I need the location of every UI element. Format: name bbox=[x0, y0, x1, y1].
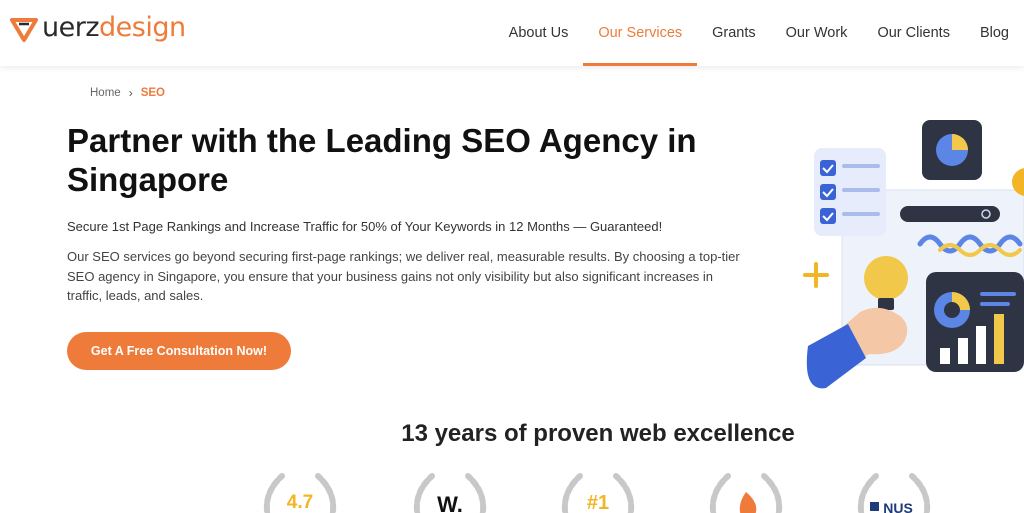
page-title: Partner with the Leading SEO Agency in S… bbox=[67, 122, 697, 198]
brand-name-part1: uerz bbox=[42, 12, 100, 43]
brand-logo[interactable]: uerzdesign bbox=[10, 14, 186, 42]
award-badge-w: W. bbox=[400, 470, 500, 513]
excellence-heading: 13 years of proven web excellence bbox=[401, 420, 795, 447]
site-header: uerzdesign About Us Our Services Grants … bbox=[0, 0, 1024, 66]
nav-item-our-clients[interactable]: Our Clients bbox=[862, 0, 965, 66]
award-badge-nus: NUS bbox=[844, 470, 944, 513]
brand-wordmark: uerzdesign bbox=[42, 14, 186, 42]
seo-dashboard-illustration bbox=[803, 120, 1024, 389]
lightbulb-icon bbox=[864, 256, 908, 300]
awards-row: 4.7 W. #1 NUS bbox=[250, 470, 950, 513]
nav-item-about-us[interactable]: About Us bbox=[494, 0, 584, 66]
award-number-one-label: #1 bbox=[586, 492, 610, 513]
brand-name-part2: design bbox=[99, 12, 186, 43]
nav-item-our-services[interactable]: Our Services bbox=[583, 0, 697, 66]
breadcrumb-home-link[interactable]: Home bbox=[90, 87, 121, 99]
free-consultation-button[interactable]: Get A Free Consultation Now! bbox=[67, 332, 291, 370]
hero-description: Our SEO services go beyond securing firs… bbox=[67, 249, 740, 303]
award-nus-label: NUS bbox=[883, 500, 913, 513]
award-w-label: W. bbox=[437, 492, 463, 513]
award-badge-number-one: #1 bbox=[548, 470, 648, 513]
breadcrumb-current: SEO bbox=[140, 87, 165, 99]
nav-item-grants[interactable]: Grants bbox=[697, 0, 771, 66]
search-bar-icon bbox=[900, 206, 1000, 222]
plus-icon bbox=[803, 262, 829, 288]
nav-item-our-work[interactable]: Our Work bbox=[771, 0, 863, 66]
award-rating-label: 4.7 bbox=[286, 492, 314, 513]
hero-subtitle: Secure 1st Page Rankings and Increase Tr… bbox=[67, 219, 663, 234]
breadcrumb: Home › SEO bbox=[90, 86, 165, 100]
laurel-icon bbox=[709, 473, 783, 513]
logo-mark-icon bbox=[10, 18, 38, 42]
award-badge-rating: 4.7 bbox=[250, 470, 350, 513]
main-nav: About Us Our Services Grants Our Work Ou… bbox=[494, 0, 1024, 66]
flame-icon bbox=[739, 492, 757, 513]
nav-item-blog[interactable]: Blog bbox=[965, 0, 1024, 66]
award-badge-flame bbox=[696, 470, 796, 513]
chevron-right-icon: › bbox=[128, 86, 133, 100]
